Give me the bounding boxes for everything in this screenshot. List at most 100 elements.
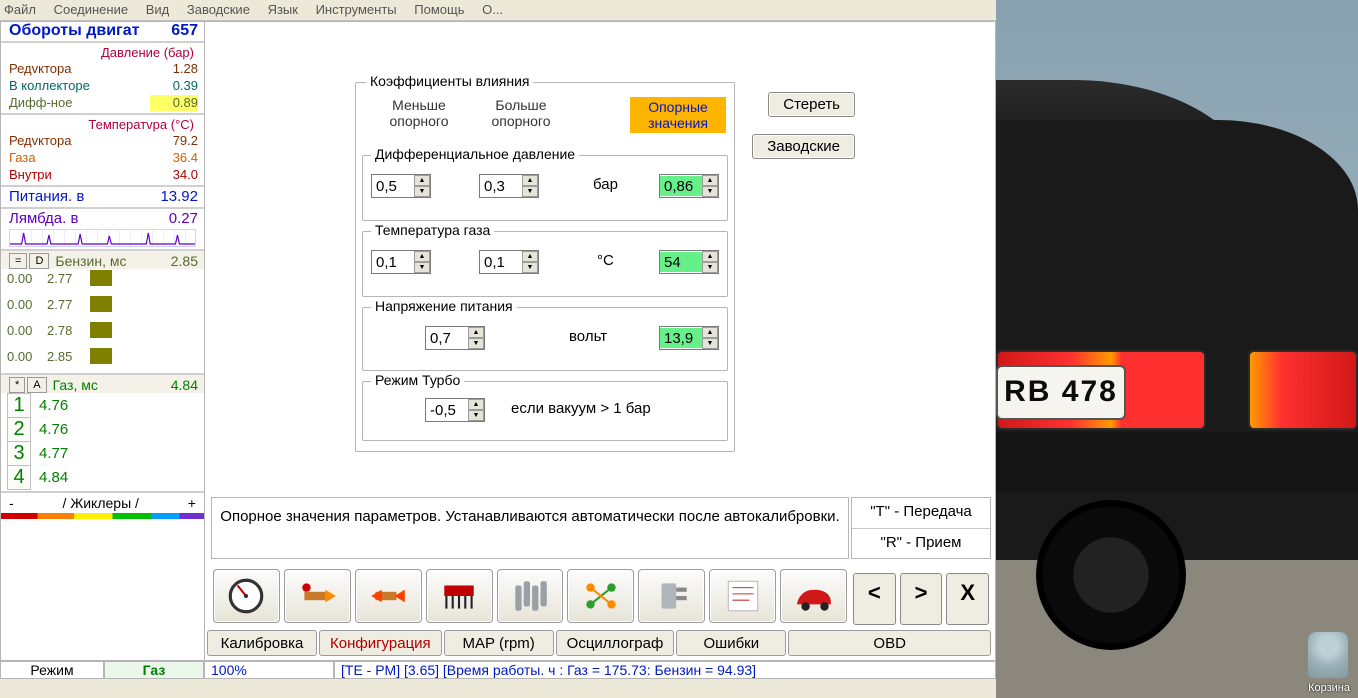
icon-injector2[interactable] <box>355 569 422 623</box>
petrol-4b: 2.85 <box>47 349 87 364</box>
petrol-d-button[interactable]: D <box>29 253 49 269</box>
tgas-a-spin[interactable]: ▲▼ <box>371 250 431 274</box>
jiklery-minus[interactable]: - <box>9 495 14 511</box>
lambda-label: Лямбда. в <box>9 211 150 227</box>
up-arrow-icon[interactable]: ▲ <box>522 251 538 262</box>
up-arrow-icon[interactable]: ▲ <box>414 251 430 262</box>
down-arrow-icon[interactable]: ▼ <box>702 186 718 197</box>
icon-brush[interactable] <box>426 569 493 623</box>
comm-r: "R" - Прием <box>852 529 990 559</box>
tab-strip: Калибровка Конфигурация MAP (rpm) Осцилл… <box>207 630 993 658</box>
diff-a-spin[interactable]: ▲▼ <box>371 174 431 198</box>
petrol-header-value: 2.85 <box>150 253 198 269</box>
petrol-3b: 2.78 <box>47 323 87 338</box>
supply-label: Питания. в <box>9 189 150 205</box>
rpm-label: Обороты двигат <box>9 23 150 39</box>
cyl-3[interactable]: 3 <box>7 441 31 466</box>
down-arrow-icon[interactable]: ▼ <box>702 262 718 273</box>
press-red-label: Редvктора <box>9 61 150 77</box>
up-arrow-icon[interactable]: ▲ <box>522 175 538 186</box>
nav-next[interactable]: > <box>900 573 943 625</box>
down-arrow-icon[interactable]: ▼ <box>522 186 538 197</box>
diff-title: Дифференциальное давление <box>371 146 579 162</box>
press-red-value: 1.28 <box>150 61 198 77</box>
icon-molecule[interactable] <box>567 569 634 623</box>
tab-map[interactable]: MAP (rpm) <box>444 630 554 656</box>
menu-help[interactable]: Помощь <box>414 2 464 17</box>
up-arrow-icon[interactable]: ▲ <box>702 175 718 186</box>
turbo-b-input[interactable] <box>426 400 468 420</box>
petrol-3a: 0.00 <box>7 323 47 338</box>
gas-1: 4.76 <box>39 397 85 414</box>
tab-configuration[interactable]: Конфигурация <box>319 630 442 656</box>
down-arrow-icon[interactable]: ▼ <box>522 262 538 273</box>
down-arrow-icon[interactable]: ▼ <box>468 410 484 421</box>
petrol-eq-button[interactable]: = <box>9 253 27 269</box>
cyl-4[interactable]: 4 <box>7 465 31 490</box>
menu-conn[interactable]: Соединение <box>54 2 129 17</box>
down-arrow-icon[interactable]: ▼ <box>414 186 430 197</box>
tgas-b-spin[interactable]: ▲▼ <box>479 250 539 274</box>
icon-list[interactable] <box>709 569 776 623</box>
clear-button[interactable]: Стереть <box>768 92 855 117</box>
diff-b-input[interactable] <box>480 176 522 196</box>
status-mode-value: Газ <box>104 661 204 679</box>
down-arrow-icon[interactable]: ▼ <box>468 338 484 349</box>
icon-injector1[interactable] <box>284 569 351 623</box>
turbo-b-spin[interactable]: ▲▼ <box>425 398 485 422</box>
diff-ref-input[interactable] <box>660 176 702 196</box>
tgas-ref-spin[interactable]: ▲▼ <box>659 250 719 274</box>
jiklery-plus[interactable]: + <box>188 495 196 511</box>
gas-star-button[interactable]: * <box>9 377 25 393</box>
cyl-1[interactable]: 1 <box>7 393 31 418</box>
diff-a-input[interactable] <box>372 176 414 196</box>
gas-2: 4.76 <box>39 421 85 438</box>
icon-rail[interactable] <box>497 569 564 623</box>
tab-obd[interactable]: OBD <box>788 630 991 656</box>
cyl-2[interactable]: 2 <box>7 417 31 442</box>
up-arrow-icon[interactable]: ▲ <box>414 175 430 186</box>
tab-oscillograph[interactable]: Осциллограф <box>556 630 675 656</box>
icon-gauge[interactable] <box>213 569 280 623</box>
volt-b-spin[interactable]: ▲▼ <box>425 326 485 350</box>
tgas-ref-input[interactable] <box>660 252 702 272</box>
diff-b-spin[interactable]: ▲▼ <box>479 174 539 198</box>
col-more: Больше опорного <box>466 97 576 129</box>
tgas-a-input[interactable] <box>372 252 414 272</box>
menu-file[interactable]: Файл <box>4 2 36 17</box>
tgas-b-input[interactable] <box>480 252 522 272</box>
icon-ecu[interactable] <box>638 569 705 623</box>
recycle-bin-icon[interactable] <box>1308 632 1348 678</box>
petrol-led-3 <box>90 322 112 338</box>
volt-ref-input[interactable] <box>660 328 702 348</box>
up-arrow-icon[interactable]: ▲ <box>468 327 484 338</box>
comm-t: "T" - Передача <box>852 498 990 528</box>
turbo-note: если вакуум > 1 бар <box>511 400 651 417</box>
up-arrow-icon[interactable]: ▲ <box>702 251 718 262</box>
menu-lang[interactable]: Язык <box>268 2 298 17</box>
down-arrow-icon[interactable]: ▼ <box>702 338 718 349</box>
up-arrow-icon[interactable]: ▲ <box>702 327 718 338</box>
temp-gas-label: Газа <box>9 150 150 166</box>
volt-ref-spin[interactable]: ▲▼ <box>659 326 719 350</box>
nav-prev[interactable]: < <box>853 573 896 625</box>
status-bar: Режим Газ 100% [TE - PM] [3.65] [Время р… <box>0 661 996 698</box>
petrol-header: Бензин, мс <box>55 253 126 269</box>
menu-about[interactable]: О... <box>482 2 503 17</box>
up-arrow-icon[interactable]: ▲ <box>468 399 484 410</box>
menu-factory[interactable]: Заводские <box>187 2 250 17</box>
tab-errors[interactable]: Ошибки <box>676 630 786 656</box>
diff-unit: бар <box>593 176 618 193</box>
diff-ref-spin[interactable]: ▲▼ <box>659 174 719 198</box>
nav-close[interactable]: X <box>946 573 989 625</box>
down-arrow-icon[interactable]: ▼ <box>414 262 430 273</box>
volt-b-input[interactable] <box>426 328 468 348</box>
temp-red-value: 79.2 <box>150 133 198 149</box>
factory-button[interactable]: Заводские <box>752 134 855 159</box>
tab-calibration[interactable]: Калибровка <box>207 630 317 656</box>
gas-a-button[interactable]: A <box>27 377 46 393</box>
supply-value: 13.92 <box>150 189 198 205</box>
icon-car[interactable] <box>780 569 847 623</box>
menu-view[interactable]: Вид <box>146 2 170 17</box>
menu-tools[interactable]: Инструменты <box>316 2 397 17</box>
